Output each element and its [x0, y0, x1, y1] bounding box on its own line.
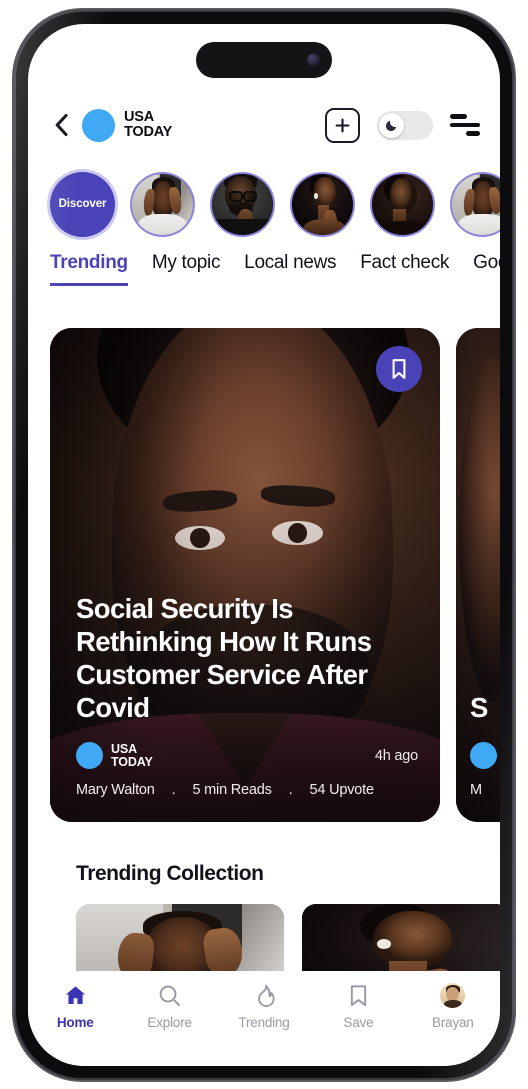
- app-header: USA TODAY: [28, 98, 500, 152]
- add-button[interactable]: [325, 107, 360, 143]
- nav-item-home[interactable]: Home: [28, 983, 122, 1030]
- nav-item-profile[interactable]: Brayan: [406, 983, 500, 1030]
- nav-label-save: Save: [343, 1015, 374, 1030]
- tab-local-news[interactable]: Local news: [244, 252, 336, 283]
- nav-label-trending: Trending: [238, 1015, 290, 1030]
- usa-today-mark-icon: [82, 108, 115, 142]
- story-avatar-4-image: [372, 173, 433, 235]
- bottom-navigation: Home Explore Trending Save Brayan: [28, 971, 500, 1066]
- bookmark-icon: [346, 983, 371, 1008]
- nav-item-save[interactable]: Save: [311, 983, 405, 1030]
- story-avatar-1[interactable]: [130, 171, 195, 237]
- story-avatar-2[interactable]: [210, 171, 275, 237]
- story-avatar-3[interactable]: [290, 171, 355, 237]
- menu-bar-middle: [450, 122, 480, 128]
- discover-label: Discover: [58, 198, 107, 210]
- phone-frame: USA TODAY Discover Trending My topic Loc…: [14, 10, 514, 1080]
- home-icon: [63, 983, 88, 1008]
- hero-headline: Social Security Is Rethinking How It Run…: [76, 593, 372, 723]
- tabs-row[interactable]: Trending My topic Local news Fact check …: [28, 252, 500, 298]
- tab-good-news[interactable]: Good news: [473, 252, 500, 283]
- brand-name: USA TODAY: [124, 109, 173, 140]
- avatar: [440, 983, 466, 1008]
- hero-next-headline: S: [470, 692, 489, 723]
- hero-article-card-next[interactable]: S M: [456, 328, 500, 822]
- flame-icon: [252, 983, 277, 1008]
- tab-fact-check[interactable]: Fact check: [360, 252, 449, 283]
- back-button[interactable]: [48, 112, 74, 138]
- hero-author: Mary Walton: [76, 782, 155, 798]
- hero-meta-row: Mary Walton . 5 min Reads . 54 Upvote: [76, 782, 418, 798]
- hero-upvotes: 54 Upvote: [309, 782, 375, 798]
- bookmark-button[interactable]: [376, 346, 422, 392]
- avatar-icon: [440, 983, 466, 1008]
- nav-item-trending[interactable]: Trending: [217, 983, 311, 1030]
- tab-my-topic[interactable]: My topic: [152, 252, 221, 283]
- nav-label-home: Home: [56, 1015, 94, 1030]
- dark-mode-toggle[interactable]: [377, 110, 433, 140]
- stories-row[interactable]: Discover: [28, 162, 500, 246]
- meta-separator: .: [171, 782, 176, 798]
- brand-logo[interactable]: USA TODAY: [82, 108, 173, 142]
- menu-bar-bottom: [466, 131, 480, 136]
- story-avatar-4[interactable]: [370, 171, 435, 237]
- toggle-knob: [379, 112, 404, 138]
- story-avatar-3-image: [292, 173, 353, 235]
- tab-trending[interactable]: Trending: [50, 252, 128, 286]
- menu-bar-top: [450, 114, 467, 119]
- story-avatar-5[interactable]: [450, 171, 500, 237]
- bookmark-icon: [392, 359, 406, 379]
- hamburger-menu-button[interactable]: [450, 113, 480, 137]
- hero-carousel[interactable]: Social Security Is Rethinking How It Run…: [28, 312, 500, 822]
- nav-label-profile: Brayan: [432, 1015, 474, 1030]
- hero-source-name: USA TODAY: [111, 741, 153, 769]
- collection-title: Trending Collection: [76, 862, 264, 885]
- hero-source: USA TODAY: [76, 742, 153, 769]
- story-discover[interactable]: Discover: [50, 171, 115, 237]
- usa-today-mark-icon: [470, 742, 497, 769]
- story-avatar-2-image: [212, 173, 273, 235]
- hero-source-row: USA TODAY 4h ago: [76, 742, 418, 769]
- meta-separator: .: [288, 782, 293, 798]
- usa-today-mark-icon: [76, 742, 103, 769]
- header-actions: [325, 107, 480, 143]
- moon-icon: [385, 120, 396, 132]
- chevron-left-icon: [55, 113, 68, 137]
- front-camera-icon: [307, 53, 320, 67]
- hero-article-card[interactable]: Social Security Is Rethinking How It Run…: [50, 328, 440, 822]
- hero-next-meta: M: [470, 782, 482, 798]
- story-avatar-5-image: [452, 173, 500, 235]
- plus-icon: [335, 118, 350, 132]
- hero-text-block: Social Security Is Rethinking How It Run…: [76, 592, 418, 798]
- hero-timestamp: 4h ago: [374, 747, 418, 764]
- search-icon: [157, 983, 182, 1008]
- hero-read-time: 5 min Reads: [192, 782, 272, 798]
- hero-next-source-row: [470, 742, 500, 769]
- dynamic-island: [196, 42, 332, 78]
- hero-next-text: S M: [470, 691, 500, 798]
- nav-item-explore[interactable]: Explore: [122, 983, 216, 1030]
- story-avatar-1-image: [132, 173, 193, 235]
- phone-screen: USA TODAY Discover Trending My topic Loc…: [28, 24, 500, 1066]
- nav-label-explore: Explore: [147, 1015, 192, 1030]
